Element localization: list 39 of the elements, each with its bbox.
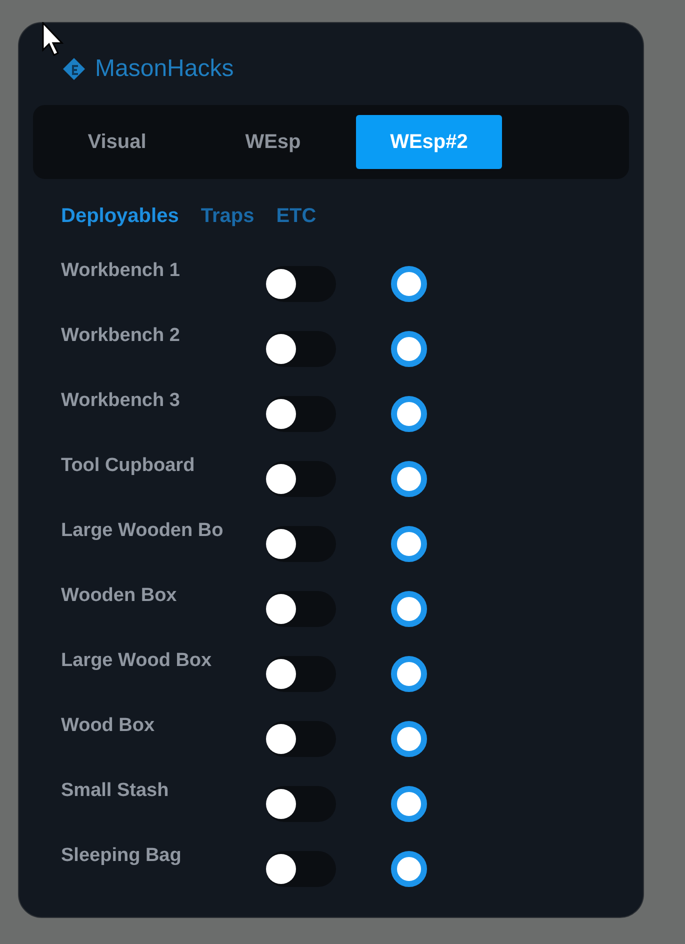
color-picker[interactable] bbox=[391, 526, 427, 562]
toggle-switch[interactable] bbox=[266, 786, 336, 822]
item-label: Workbench 2 bbox=[61, 324, 181, 348]
item-label: Small Stash bbox=[61, 779, 170, 803]
item-label: Wood Box bbox=[61, 714, 156, 738]
color-picker[interactable] bbox=[391, 266, 427, 302]
sub-tab[interactable]: ETC bbox=[276, 201, 316, 231]
toggle-switch[interactable] bbox=[266, 266, 336, 302]
toggle-switch[interactable] bbox=[266, 396, 336, 432]
color-picker[interactable] bbox=[391, 330, 427, 366]
toggle-switch[interactable] bbox=[266, 330, 336, 366]
color-picker[interactable] bbox=[391, 590, 427, 626]
color-picker[interactable] bbox=[391, 460, 427, 496]
sub-tab[interactable]: Deployables bbox=[61, 201, 179, 231]
toggle-switch[interactable] bbox=[266, 656, 336, 692]
item-label: Workbench 3 bbox=[61, 389, 181, 413]
color-picker[interactable] bbox=[391, 786, 427, 822]
logo-icon bbox=[61, 56, 87, 82]
item-label: Workbench 1 bbox=[61, 259, 181, 283]
toggle-switch[interactable] bbox=[266, 720, 336, 756]
window-title: MasonHacks bbox=[95, 54, 234, 84]
item-label: Large Wooden Bo bbox=[61, 519, 224, 543]
color-picker[interactable] bbox=[391, 850, 427, 886]
item-label: Tool Cupboard bbox=[61, 454, 196, 478]
sub-tab[interactable]: Traps bbox=[200, 201, 254, 231]
item-label: Wooden Box bbox=[61, 584, 178, 608]
toggle-switch[interactable] bbox=[266, 460, 336, 496]
toggle-switch[interactable] bbox=[266, 526, 336, 562]
item-label: Large Wood Box bbox=[61, 649, 213, 673]
toggle-switch[interactable] bbox=[266, 850, 336, 886]
tab[interactable]: WEsp#2 bbox=[356, 115, 502, 169]
toggle-switch[interactable] bbox=[266, 590, 336, 626]
color-picker[interactable] bbox=[391, 720, 427, 756]
color-picker[interactable] bbox=[391, 656, 427, 692]
cursor-icon bbox=[42, 22, 64, 56]
item-label: Sleeping Bag bbox=[61, 844, 182, 868]
color-picker[interactable] bbox=[391, 396, 427, 432]
tab[interactable]: Visual bbox=[44, 115, 190, 169]
tab[interactable]: WEsp bbox=[200, 115, 346, 169]
